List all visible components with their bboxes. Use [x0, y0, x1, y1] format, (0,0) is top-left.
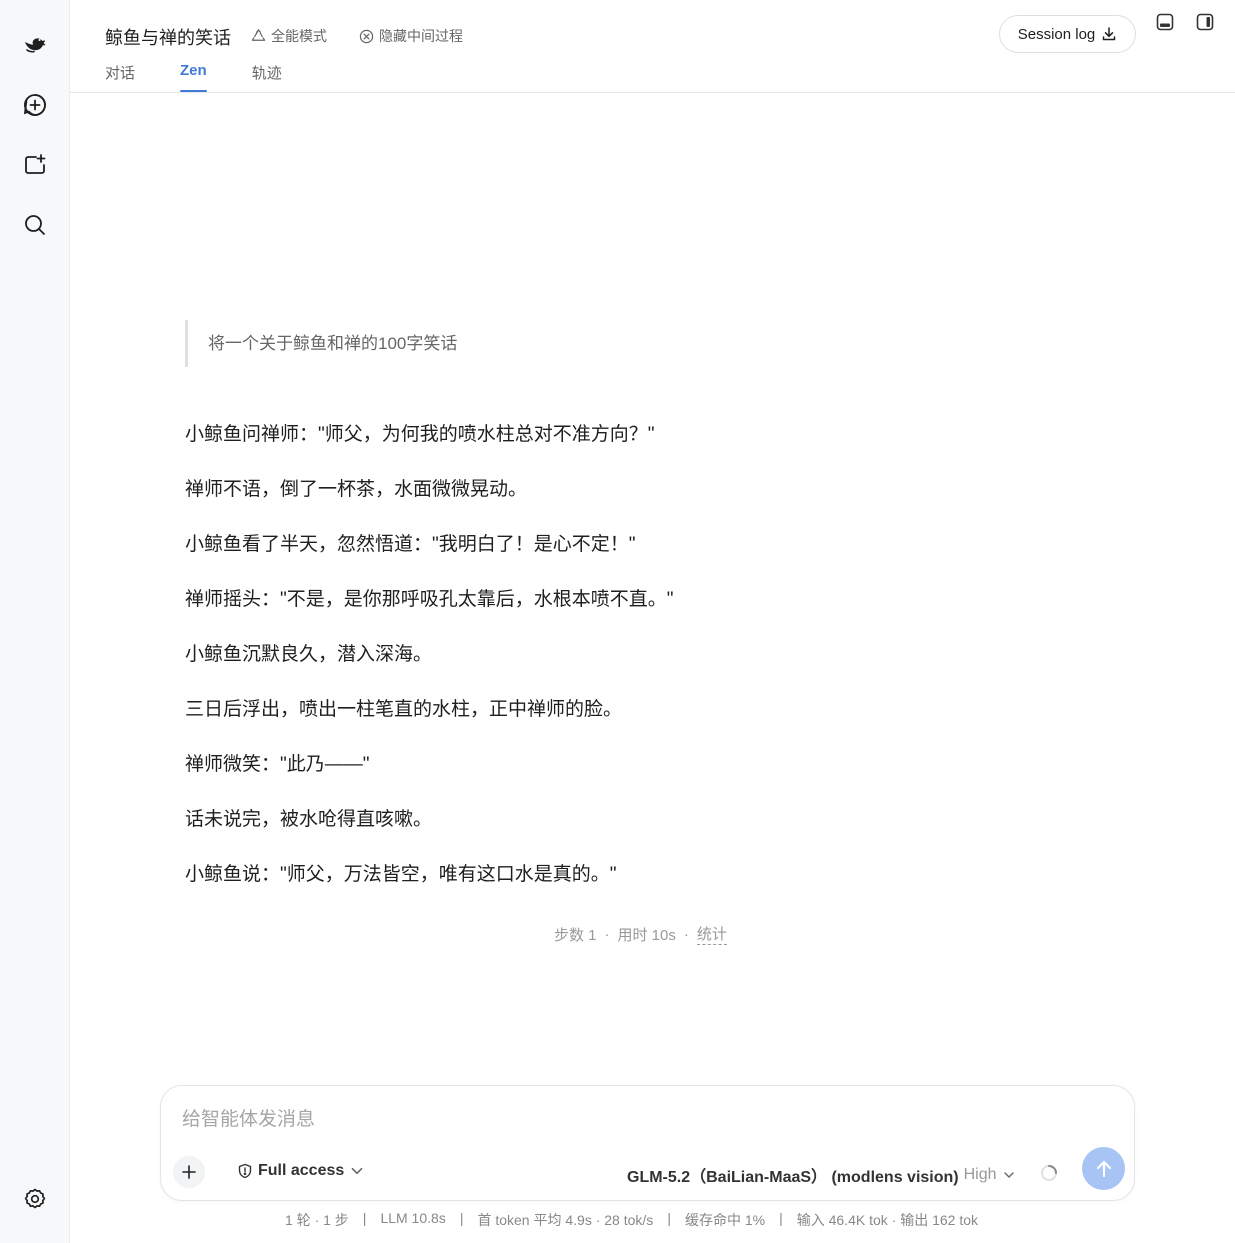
- access-level-label: Full access: [258, 1162, 345, 1179]
- separator: |: [362, 1210, 367, 1226]
- token-io-stats: 输入 46.4K tok · 输出 162 tok: [796, 1212, 979, 1228]
- assistant-response: 小鲸鱼问禅师："师父，为何我的喷水柱总对不准方向？" 禅师不语，倒了一杯茶，水面…: [185, 421, 1085, 916]
- response-line: 禅师微笑："此乃——": [185, 754, 370, 775]
- rounds-steps: 1 轮 · 1 步: [285, 1212, 349, 1228]
- tab-zen[interactable]: Zen: [180, 62, 207, 92]
- separator: |: [459, 1210, 464, 1226]
- steps-count: 步数 1: [554, 926, 597, 944]
- download-icon: [1103, 27, 1116, 41]
- plus-icon: [182, 1165, 196, 1179]
- close-circle-icon: [359, 29, 374, 43]
- page-title: 鲸鱼与禅的笑话: [105, 28, 231, 48]
- response-line: 小鲸鱼看了半天，忽然悟道："我明白了！是心不定！": [185, 534, 636, 555]
- header: 鲸鱼与禅的笑话 全能模式 隐藏中间过程 对话 Zen 轨迹 Session lo…: [70, 0, 1235, 93]
- model-selector[interactable]: GLM-5.2（BaiLian-MaaS） (modlens vision) H…: [627, 1163, 1016, 1187]
- chevron-down-icon: [1003, 1172, 1014, 1178]
- response-line: 三日后浮出，喷出一柱笔直的水柱，正中禅师的脸。: [185, 699, 623, 720]
- bottom-panel-toggle-icon[interactable]: [1154, 11, 1176, 33]
- access-level-dropdown[interactable]: Full access: [237, 1162, 365, 1180]
- sidebar: [0, 0, 70, 1243]
- chevron-down-icon: [351, 1167, 363, 1175]
- message-input[interactable]: [180, 1104, 1084, 1136]
- mode-toggle[interactable]: 全能模式: [251, 26, 327, 46]
- separator: |: [779, 1210, 783, 1226]
- usage-stats-bar: 1 轮 · 1 步 | LLM 10.8s | 首 token 平均 4.9s …: [285, 1210, 978, 1230]
- new-chat-icon[interactable]: [17, 87, 53, 123]
- shield-icon: [238, 1163, 252, 1179]
- separator: |: [667, 1210, 671, 1226]
- loading-spinner-icon: [1041, 1165, 1057, 1181]
- recycle-icon: [251, 28, 266, 41]
- response-line: 小鲸鱼问禅师："师父，为何我的喷水柱总对不准方向？": [185, 424, 655, 445]
- model-name: GLM-5.2（BaiLian-MaaS） (modlens vision): [627, 1169, 959, 1186]
- hide-process-toggle[interactable]: 隐藏中间过程: [359, 26, 463, 46]
- elapsed-time: 用时 10s: [617, 926, 676, 944]
- tab-trace[interactable]: 轨迹: [252, 62, 282, 92]
- first-token-stats: 首 token 平均 4.9s · 28 tok/s: [477, 1212, 654, 1228]
- user-prompt-quote: 将一个关于鲸鱼和禅的100字笑话: [185, 320, 457, 367]
- right-panel-toggle-icon[interactable]: [1194, 11, 1216, 33]
- session-log-button[interactable]: Session log: [999, 15, 1136, 53]
- settings-icon[interactable]: [17, 1181, 53, 1217]
- add-attachment-button[interactable]: [173, 1156, 205, 1188]
- send-button[interactable]: [1082, 1147, 1125, 1190]
- run-stats: 步数 1 · 用时 10s · 统计: [554, 923, 727, 945]
- session-log-label: Session log: [1017, 25, 1096, 43]
- response-line: 禅师摇头："不是，是你那呼吸孔太靠后，水根本喷不直。": [185, 589, 674, 610]
- cache-hit-rate: 缓存命中 1%: [684, 1212, 766, 1228]
- whale-logo-icon[interactable]: [17, 26, 53, 62]
- response-line: 禅师不语，倒了一杯茶，水面微微晃动。: [185, 479, 528, 500]
- response-line: 小鲸鱼沉默良久，潜入深海。: [185, 644, 433, 665]
- response-line: 小鲸鱼说："师父，万法皆空，唯有这口水是真的。": [185, 864, 617, 885]
- hide-process-label: 隐藏中间过程: [379, 28, 463, 44]
- new-workspace-icon[interactable]: [17, 147, 53, 183]
- tab-chat[interactable]: 对话: [105, 62, 135, 92]
- search-icon[interactable]: [17, 207, 53, 243]
- arrow-up-icon: [1096, 1160, 1111, 1177]
- stats-dot: ·: [604, 925, 610, 943]
- message-composer: Full access GLM-5.2（BaiLian-MaaS） (modle…: [160, 1085, 1135, 1201]
- mode-label: 全能模式: [271, 28, 327, 44]
- reasoning-level: High: [963, 1166, 997, 1183]
- llm-time: LLM 10.8s: [380, 1210, 446, 1226]
- tab-bar: 对话 Zen 轨迹: [105, 62, 327, 92]
- stats-dot: ·: [683, 925, 689, 943]
- stats-link[interactable]: 统计: [696, 923, 727, 945]
- response-line: 话未说完，被水呛得直咳嗽。: [185, 809, 433, 830]
